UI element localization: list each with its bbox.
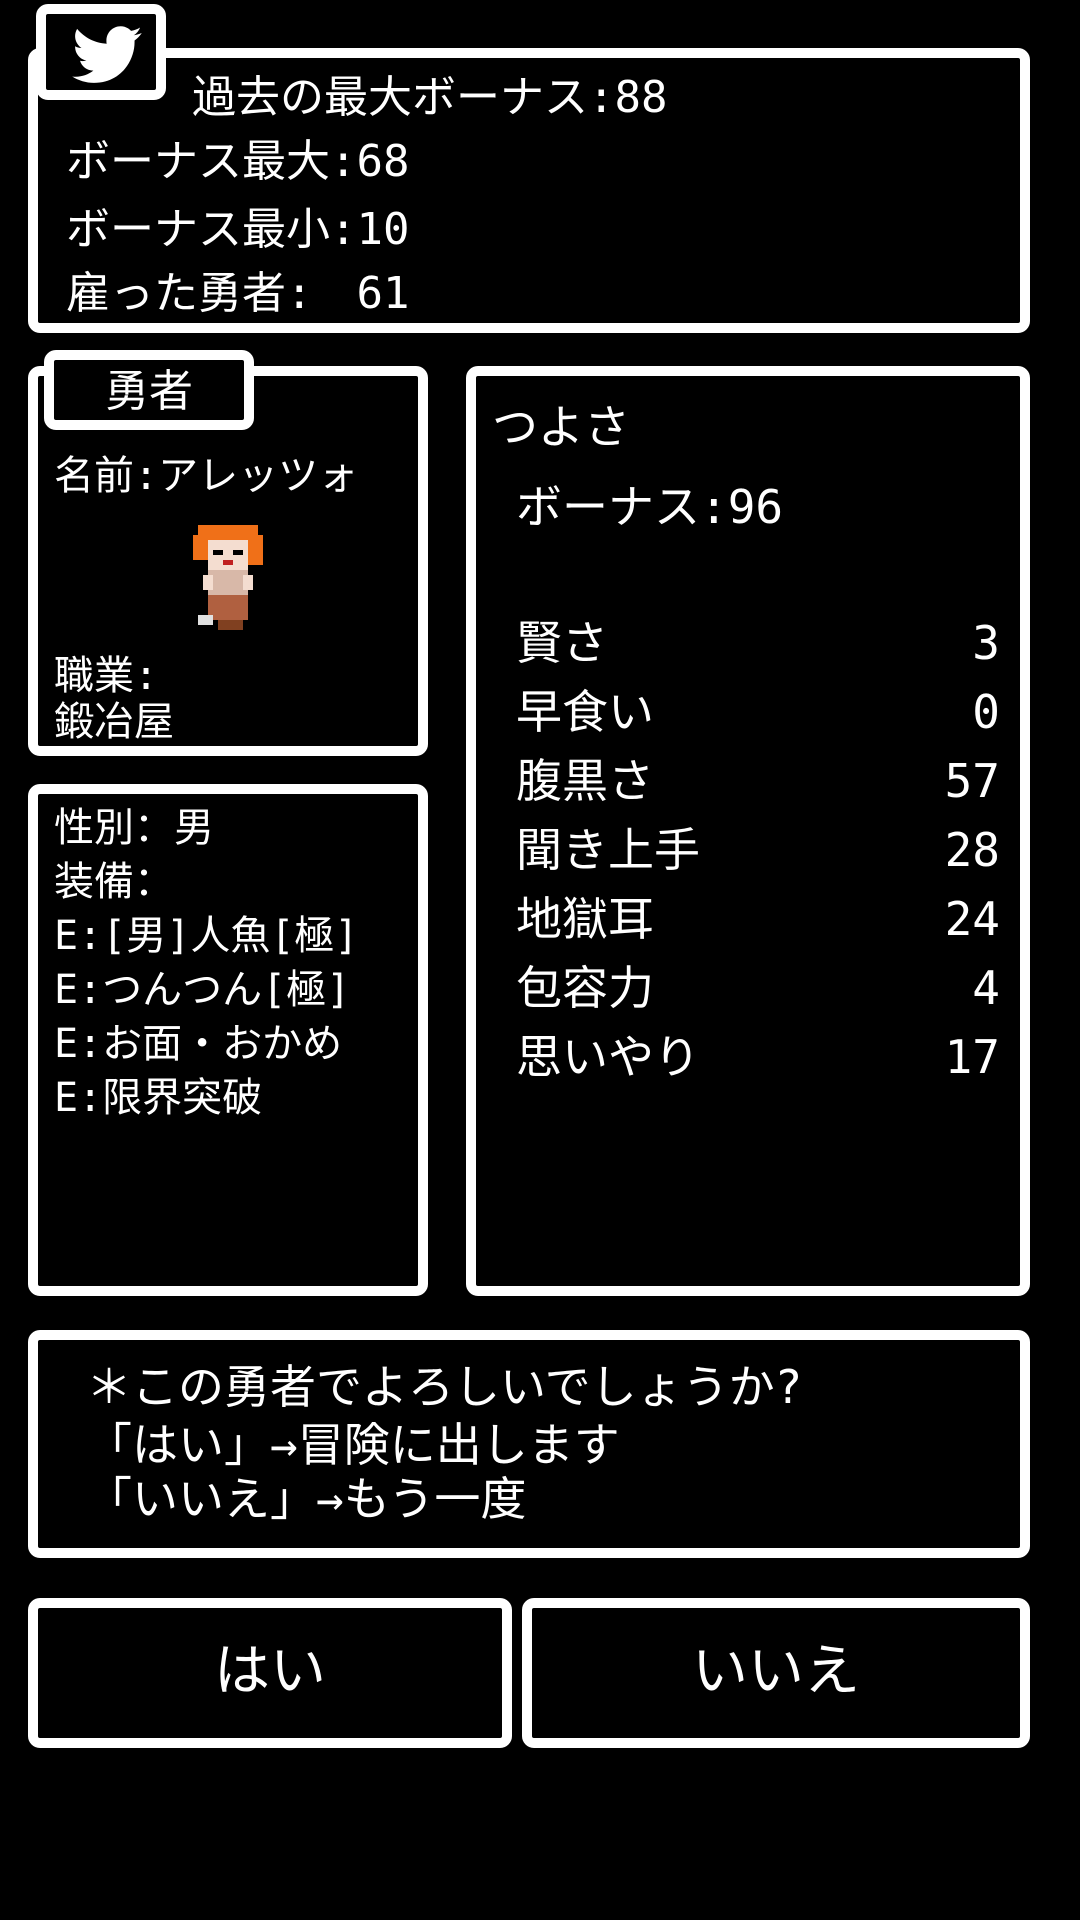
hero-name: 名前:アレッツォ <box>54 453 359 499</box>
twitter-bird-icon <box>72 26 142 83</box>
stat-name: 賢さ <box>516 616 608 670</box>
stats-panel: つよさ ボーナス:96 賢さ 3 早食い 0 腹黒さ 57 聞き上手 28 地獄… <box>466 366 1030 1296</box>
yes-button-label: はい <box>214 1639 326 1704</box>
hero-tab: 勇者 <box>44 350 254 430</box>
max-bonus-past: 過去の最大ボーナス:88 <box>192 72 668 123</box>
equip-item: E:限界突破 <box>54 1075 263 1121</box>
equipment-panel: 性別：男 装備： E:[男]人魚[極] E:つんつん[極] E:お面・おかめ E… <box>28 784 428 1296</box>
equip-item: E:[男]人魚[極] <box>54 913 359 959</box>
stat-value: 28 <box>944 823 1000 877</box>
stat-value: 24 <box>944 892 1000 946</box>
message-line-1: ＊この勇者でよろしいでしょうか? <box>86 1360 803 1414</box>
equip-item: E:つんつん[極] <box>54 967 351 1013</box>
stat-name: 思いやり <box>516 1030 700 1084</box>
hero-job-value: 鍛冶屋 <box>54 699 174 745</box>
no-button-label: いいえ <box>692 1639 860 1704</box>
hero-job-label: 職業: <box>54 653 159 699</box>
message-line-3: 「いいえ」→もう一度 <box>86 1472 527 1526</box>
summary-panel: 過去の最大ボーナス:88 ボーナス最大:68 ボーナス最小:10 雇った勇者: … <box>28 48 1030 333</box>
stats-bonus: ボーナス:96 <box>516 480 784 534</box>
twitter-share-button[interactable] <box>36 4 166 100</box>
stat-name: 聞き上手 <box>516 823 700 877</box>
message-line-2: 「はい」→冒険に出します <box>86 1418 620 1472</box>
stat-value: 57 <box>944 754 1000 808</box>
stat-name: 包容力 <box>516 961 654 1015</box>
stat-name: 地獄耳 <box>516 892 654 946</box>
gender-line: 性別：男 <box>54 805 214 851</box>
bonus-min: ボーナス最小:10 <box>66 204 410 255</box>
equip-label: 装備： <box>54 859 174 905</box>
stat-value: 3 <box>972 616 1000 670</box>
stat-value: 0 <box>972 685 1000 739</box>
hired-heroes: 雇った勇者: 61 <box>66 268 410 319</box>
hero-sprite <box>193 525 263 630</box>
message-panel: ＊この勇者でよろしいでしょうか? 「はい」→冒険に出します 「いいえ」→もう一度 <box>28 1330 1030 1558</box>
bonus-max: ボーナス最大:68 <box>66 136 410 187</box>
yes-button[interactable]: はい <box>28 1598 512 1748</box>
hero-tab-label: 勇者 <box>105 366 193 417</box>
no-button[interactable]: いいえ <box>522 1598 1030 1748</box>
stat-name: 腹黒さ <box>516 754 654 808</box>
equip-item: E:お面・おかめ <box>54 1021 343 1067</box>
stats-title: つよさ <box>492 400 630 454</box>
stat-value: 17 <box>944 1030 1000 1084</box>
stat-name: 早食い <box>516 685 654 739</box>
stat-value: 4 <box>972 961 1000 1015</box>
